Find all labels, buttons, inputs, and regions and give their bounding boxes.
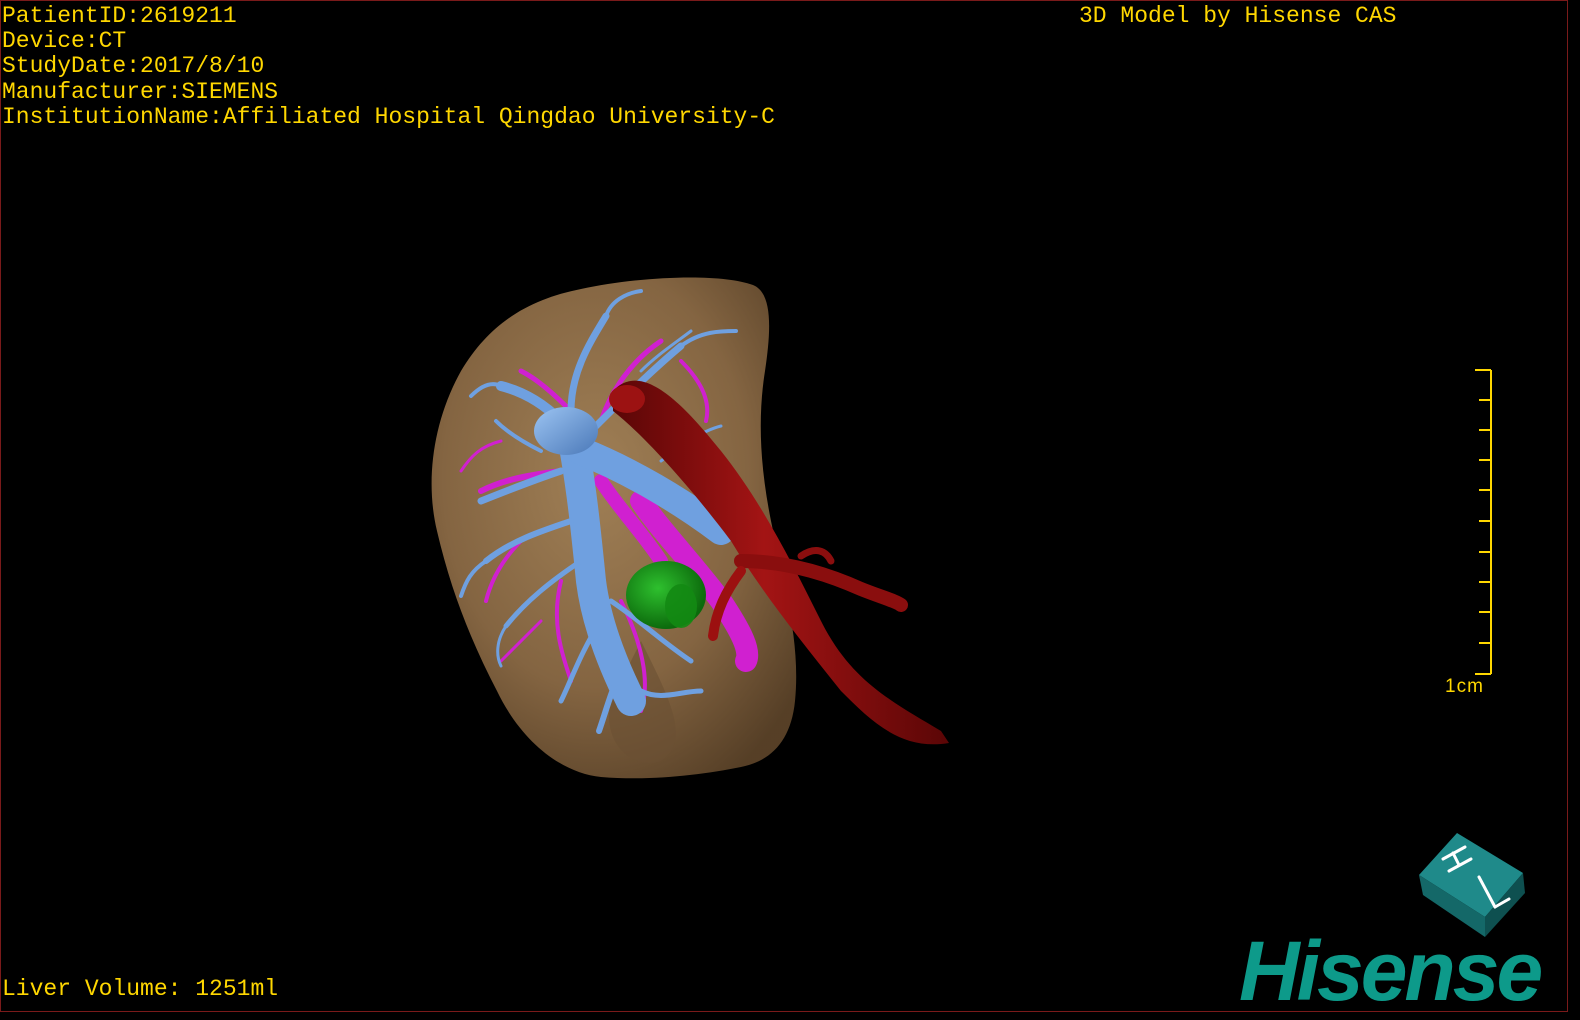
hisense-logo: Hisense: [1239, 924, 1543, 1012]
patient-info: PatientID:2619211 Device:CT StudyDate:20…: [2, 3, 775, 130]
scale-label: 1cm: [1445, 676, 1484, 697]
institution-text: InstitutionName:Affiliated Hospital Qing…: [2, 103, 775, 130]
scale-bar: [1475, 369, 1492, 675]
lesion[interactable]: [626, 561, 706, 629]
liver-3d-model[interactable]: [1, 1, 1567, 1011]
liver-volume-text: Liver Volume: 1251ml: [2, 976, 279, 1002]
manufacturer-text: Manufacturer:SIEMENS: [2, 78, 279, 105]
patient-id-text: PatientID:2619211: [2, 3, 237, 29]
portal-vein-trunk[interactable]: [534, 407, 598, 455]
device-text: Device:CT: [2, 28, 127, 55]
model-credit-text: 3D Model by Hisense CAS: [1079, 3, 1397, 29]
3d-viewport[interactable]: PatientID:2619211 Device:CT StudyDate:20…: [0, 0, 1568, 1012]
study-date-text: StudyDate:2017/8/10: [2, 53, 265, 80]
